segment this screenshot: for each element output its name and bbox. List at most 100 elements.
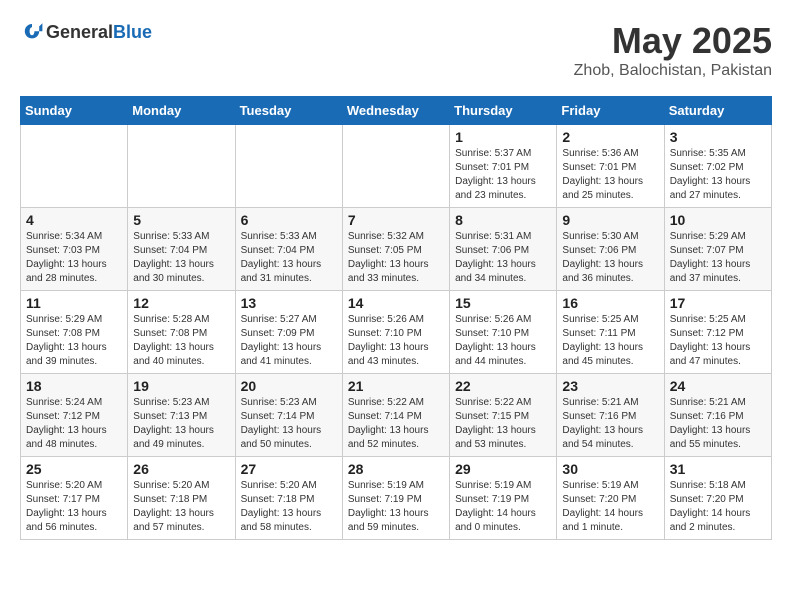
day-info: Sunrise: 5:19 AM Sunset: 7:19 PM Dayligh… [348, 479, 444, 535]
day-info: Sunrise: 5:22 AM Sunset: 7:15 PM Dayligh… [455, 396, 551, 452]
day-cell-21: 21 Sunrise: 5:22 AM Sunset: 7:14 PM Dayli… [342, 374, 449, 457]
empty-cell [342, 125, 449, 208]
day-number: 19 [133, 378, 229, 394]
day-cell-8: 8 Sunrise: 5:31 AM Sunset: 7:06 PM Daylig… [450, 208, 557, 291]
title-area: May 2025 Zhob, Balochistan, Pakistan [574, 20, 772, 80]
day-cell-15: 15 Sunrise: 5:26 AM Sunset: 7:10 PM Dayli… [450, 291, 557, 374]
day-cell-23: 23 Sunrise: 5:21 AM Sunset: 7:16 PM Dayli… [557, 374, 664, 457]
day-number: 6 [241, 212, 337, 228]
weekday-header-wednesday: Wednesday [342, 97, 449, 125]
day-info: Sunrise: 5:35 AM Sunset: 7:02 PM Dayligh… [670, 147, 766, 203]
day-cell-17: 17 Sunrise: 5:25 AM Sunset: 7:12 PM Dayli… [664, 291, 771, 374]
empty-cell [128, 125, 235, 208]
day-number: 27 [241, 461, 337, 477]
day-cell-24: 24 Sunrise: 5:21 AM Sunset: 7:16 PM Dayli… [664, 374, 771, 457]
weekday-header-tuesday: Tuesday [235, 97, 342, 125]
day-info: Sunrise: 5:25 AM Sunset: 7:12 PM Dayligh… [670, 313, 766, 369]
day-cell-5: 5 Sunrise: 5:33 AM Sunset: 7:04 PM Daylig… [128, 208, 235, 291]
weekday-header-row: SundayMondayTuesdayWednesdayThursdayFrid… [21, 97, 772, 125]
weekday-header-saturday: Saturday [664, 97, 771, 125]
day-number: 12 [133, 295, 229, 311]
day-number: 16 [562, 295, 658, 311]
day-number: 29 [455, 461, 551, 477]
day-cell-1: 1Sunrise: 5:37 AM Sunset: 7:01 PM Daylig… [450, 125, 557, 208]
day-info: Sunrise: 5:26 AM Sunset: 7:10 PM Dayligh… [455, 313, 551, 369]
day-number: 21 [348, 378, 444, 394]
day-number: 4 [26, 212, 122, 228]
day-cell-4: 4 Sunrise: 5:34 AM Sunset: 7:03 PM Daylig… [21, 208, 128, 291]
day-number: 30 [562, 461, 658, 477]
day-info: Sunrise: 5:31 AM Sunset: 7:06 PM Dayligh… [455, 230, 551, 286]
day-info: Sunrise: 5:24 AM Sunset: 7:12 PM Dayligh… [26, 396, 122, 452]
week-row-3: 11 Sunrise: 5:29 AM Sunset: 7:08 PM Dayli… [21, 291, 772, 374]
day-info: Sunrise: 5:22 AM Sunset: 7:14 PM Dayligh… [348, 396, 444, 452]
day-info: Sunrise: 5:21 AM Sunset: 7:16 PM Dayligh… [670, 396, 766, 452]
day-cell-9: 9 Sunrise: 5:30 AM Sunset: 7:06 PM Daylig… [557, 208, 664, 291]
day-cell-31: 31 Sunrise: 5:18 AM Sunset: 7:20 PM Dayli… [664, 457, 771, 540]
day-info: Sunrise: 5:26 AM Sunset: 7:10 PM Dayligh… [348, 313, 444, 369]
day-number: 23 [562, 378, 658, 394]
week-row-5: 25Sunrise: 5:20 AM Sunset: 7:17 PM Dayli… [21, 457, 772, 540]
day-number: 15 [455, 295, 551, 311]
day-cell-16: 16Sunrise: 5:25 AM Sunset: 7:11 PM Dayli… [557, 291, 664, 374]
day-cell-2: 2 Sunrise: 5:36 AM Sunset: 7:01 PM Daylig… [557, 125, 664, 208]
day-info: Sunrise: 5:29 AM Sunset: 7:07 PM Dayligh… [670, 230, 766, 286]
day-number: 20 [241, 378, 337, 394]
day-cell-12: 12Sunrise: 5:28 AM Sunset: 7:08 PM Dayli… [128, 291, 235, 374]
day-info: Sunrise: 5:33 AM Sunset: 7:04 PM Dayligh… [241, 230, 337, 286]
day-info: Sunrise: 5:34 AM Sunset: 7:03 PM Dayligh… [26, 230, 122, 286]
day-cell-10: 10 Sunrise: 5:29 AM Sunset: 7:07 PM Dayli… [664, 208, 771, 291]
day-number: 5 [133, 212, 229, 228]
day-number: 3 [670, 129, 766, 145]
logo-icon [20, 20, 44, 44]
day-info: Sunrise: 5:23 AM Sunset: 7:13 PM Dayligh… [133, 396, 229, 452]
day-info: Sunrise: 5:33 AM Sunset: 7:04 PM Dayligh… [133, 230, 229, 286]
day-number: 17 [670, 295, 766, 311]
day-info: Sunrise: 5:18 AM Sunset: 7:20 PM Dayligh… [670, 479, 766, 535]
day-cell-29: 29 Sunrise: 5:19 AM Sunset: 7:19 PM Dayli… [450, 457, 557, 540]
day-cell-30: 30 Sunrise: 5:19 AM Sunset: 7:20 PM Dayli… [557, 457, 664, 540]
day-info: Sunrise: 5:30 AM Sunset: 7:06 PM Dayligh… [562, 230, 658, 286]
day-cell-26: 26Sunrise: 5:20 AM Sunset: 7:18 PM Dayli… [128, 457, 235, 540]
day-info: Sunrise: 5:27 AM Sunset: 7:09 PM Dayligh… [241, 313, 337, 369]
day-number: 13 [241, 295, 337, 311]
day-number: 2 [562, 129, 658, 145]
day-number: 10 [670, 212, 766, 228]
day-number: 8 [455, 212, 551, 228]
logo: GeneralBlue [20, 20, 152, 44]
day-info: Sunrise: 5:23 AM Sunset: 7:14 PM Dayligh… [241, 396, 337, 452]
day-info: Sunrise: 5:20 AM Sunset: 7:18 PM Dayligh… [241, 479, 337, 535]
day-cell-13: 13 Sunrise: 5:27 AM Sunset: 7:09 PM Dayli… [235, 291, 342, 374]
weekday-header-thursday: Thursday [450, 97, 557, 125]
day-number: 1 [455, 129, 551, 145]
day-number: 31 [670, 461, 766, 477]
day-number: 28 [348, 461, 444, 477]
day-number: 7 [348, 212, 444, 228]
weekday-header-friday: Friday [557, 97, 664, 125]
day-info: Sunrise: 5:20 AM Sunset: 7:18 PM Dayligh… [133, 479, 229, 535]
day-cell-19: 19 Sunrise: 5:23 AM Sunset: 7:13 PM Dayli… [128, 374, 235, 457]
location-title: Zhob, Balochistan, Pakistan [574, 62, 772, 80]
day-number: 22 [455, 378, 551, 394]
day-info: Sunrise: 5:29 AM Sunset: 7:08 PM Dayligh… [26, 313, 122, 369]
day-info: Sunrise: 5:19 AM Sunset: 7:19 PM Dayligh… [455, 479, 551, 535]
day-info: Sunrise: 5:19 AM Sunset: 7:20 PM Dayligh… [562, 479, 658, 535]
day-number: 9 [562, 212, 658, 228]
weekday-header-sunday: Sunday [21, 97, 128, 125]
day-number: 11 [26, 295, 122, 311]
day-info: Sunrise: 5:36 AM Sunset: 7:01 PM Dayligh… [562, 147, 658, 203]
day-cell-25: 25Sunrise: 5:20 AM Sunset: 7:17 PM Dayli… [21, 457, 128, 540]
day-info: Sunrise: 5:32 AM Sunset: 7:05 PM Dayligh… [348, 230, 444, 286]
week-row-2: 4 Sunrise: 5:34 AM Sunset: 7:03 PM Daylig… [21, 208, 772, 291]
calendar-table: SundayMondayTuesdayWednesdayThursdayFrid… [20, 96, 772, 540]
day-cell-11: 11 Sunrise: 5:29 AM Sunset: 7:08 PM Dayli… [21, 291, 128, 374]
day-number: 25 [26, 461, 122, 477]
day-number: 24 [670, 378, 766, 394]
day-cell-18: 18Sunrise: 5:24 AM Sunset: 7:12 PM Dayli… [21, 374, 128, 457]
empty-cell [235, 125, 342, 208]
day-info: Sunrise: 5:21 AM Sunset: 7:16 PM Dayligh… [562, 396, 658, 452]
day-cell-28: 28 Sunrise: 5:19 AM Sunset: 7:19 PM Dayli… [342, 457, 449, 540]
day-number: 14 [348, 295, 444, 311]
day-cell-27: 27 Sunrise: 5:20 AM Sunset: 7:18 PM Dayli… [235, 457, 342, 540]
week-row-4: 18Sunrise: 5:24 AM Sunset: 7:12 PM Dayli… [21, 374, 772, 457]
